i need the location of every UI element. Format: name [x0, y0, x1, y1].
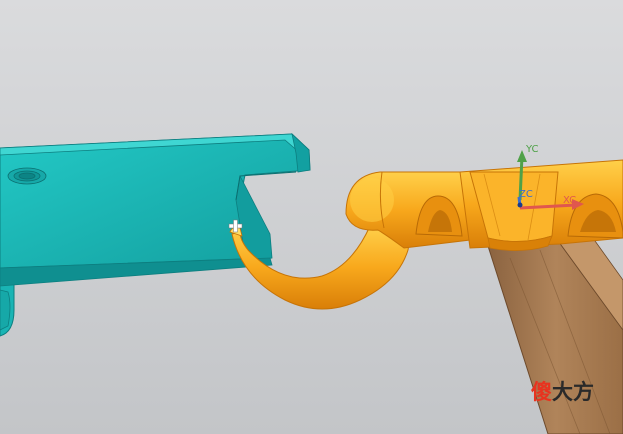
- model-scene[interactable]: YC ZC XC: [0, 0, 623, 434]
- watermark-char-1: 傻: [531, 380, 552, 404]
- bracket-hole: [7, 167, 47, 185]
- y-axis-label: YC: [525, 144, 539, 155]
- graphics-viewport[interactable]: YC ZC XC 傻大方: [0, 0, 623, 434]
- csys-origin-icon: [517, 202, 523, 208]
- x-axis-label: XC: [563, 195, 576, 206]
- hook-head-highlight: [350, 178, 394, 222]
- watermark-char-2: 大方: [552, 380, 594, 404]
- z-axis-label: ZC: [519, 189, 533, 200]
- watermark: 傻大方: [531, 382, 594, 403]
- bracket-pin: [0, 289, 11, 331]
